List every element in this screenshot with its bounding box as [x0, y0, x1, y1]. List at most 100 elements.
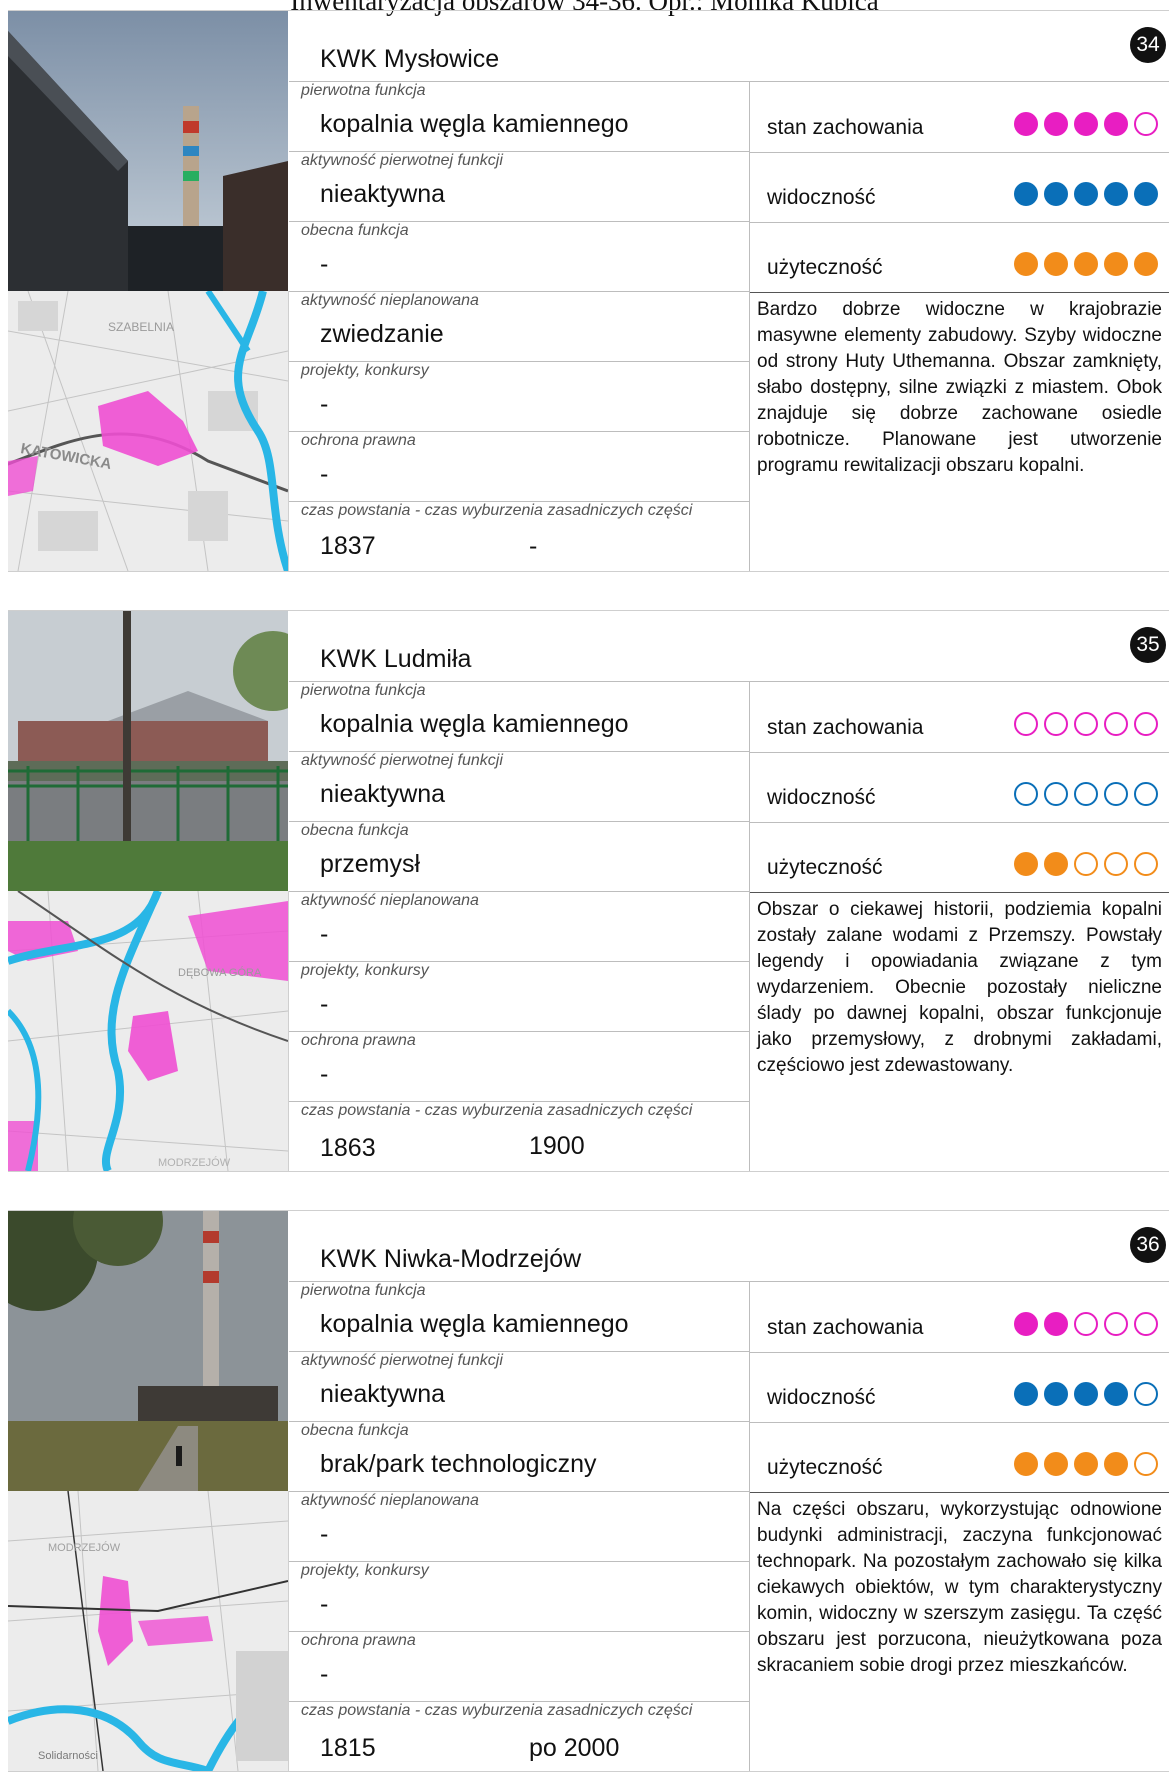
rating-dot-icon: [1044, 1382, 1068, 1406]
rating-visibility: widoczność: [750, 152, 1169, 223]
map-label: DĘBOWA GÓRA: [178, 966, 262, 979]
field-value: -: [320, 390, 329, 418]
rating-label: użyteczność: [767, 256, 883, 279]
rating-dot-icon: [1044, 852, 1068, 876]
field-label: ochrona prawna: [301, 432, 416, 449]
assessment-column: stan zachowania widoczność użyteczność O…: [750, 682, 1169, 1171]
rating-dot-icon: [1134, 1382, 1158, 1406]
field-legal-protection: ochrona prawna -: [289, 432, 749, 502]
rating-dot-icon: [1014, 112, 1038, 136]
demolished-year: po 2000: [529, 1734, 620, 1762]
field-label: czas powstania - czas wyburzenia zasadni…: [301, 502, 693, 519]
field-label: aktywność pierwotnej funkcji: [301, 752, 503, 769]
field-primary-activity: aktywność pierwotnej funkcji nieaktywna: [289, 752, 749, 822]
field-label: pierwotna funkcja: [301, 682, 426, 699]
rating-dots: [1014, 1382, 1158, 1406]
rating-dot-icon: [1134, 782, 1158, 806]
field-projects: projekty, konkursy -: [289, 962, 749, 1032]
rating-label: użyteczność: [767, 1456, 883, 1479]
rating-dot-icon: [1044, 782, 1068, 806]
field-value: -: [320, 920, 329, 948]
rating-dot-icon: [1074, 182, 1098, 206]
field-label: aktywność nieplanowana: [301, 1492, 479, 1509]
field-unplanned-activity: aktywność nieplanowana zwiedzanie: [289, 292, 749, 362]
field-label: obecna funkcja: [301, 222, 409, 239]
field-label: projekty, konkursy: [301, 962, 429, 979]
rating-usefulness: użyteczność: [750, 1422, 1169, 1493]
number-badge-icon: 35: [1130, 627, 1166, 663]
inventory-card-36: Solidarności MODRZEJÓW KWK Niwka-Modrzej…: [8, 1210, 1169, 1772]
field-unplanned-activity: aktywność nieplanowana -: [289, 892, 749, 962]
rating-dot-icon: [1134, 182, 1158, 206]
rating-dot-icon: [1134, 112, 1158, 136]
rating-dot-icon: [1134, 1312, 1158, 1336]
rating-dot-icon: [1044, 252, 1068, 276]
rating-dots: [1014, 112, 1158, 136]
field-value: brak/park technologiczny: [320, 1450, 597, 1478]
rating-dot-icon: [1074, 782, 1098, 806]
rating-dot-icon: [1074, 1382, 1098, 1406]
field-label: pierwotna funkcja: [301, 1282, 426, 1299]
site-photo: [8, 611, 288, 891]
site-title: KWK Niwka-Modrzejów: [320, 1245, 582, 1273]
rating-preservation: stan zachowania: [750, 682, 1169, 753]
field-label: pierwotna funkcja: [301, 82, 426, 99]
built-year: 1837: [320, 532, 376, 560]
rating-dot-icon: [1104, 112, 1128, 136]
rating-preservation: stan zachowania: [750, 1282, 1169, 1353]
map-label: MODRZEJÓW: [48, 1541, 121, 1554]
site-photo: [8, 1211, 288, 1491]
rating-dot-icon: [1014, 1312, 1038, 1336]
rating-usefulness: użyteczność: [750, 222, 1169, 293]
rating-dot-icon: [1104, 1452, 1128, 1476]
rating-dot-icon: [1014, 182, 1038, 206]
assessment-column: stan zachowania widoczność użyteczność N…: [750, 1282, 1169, 1771]
rating-dot-icon: [1104, 252, 1128, 276]
assessment-column: stan zachowania widoczność użyteczność B…: [750, 82, 1169, 571]
rating-dot-icon: [1044, 1312, 1068, 1336]
field-unplanned-activity: aktywność nieplanowana -: [289, 1492, 749, 1562]
demolished-year: 1900: [529, 1132, 585, 1160]
field-label: ochrona prawna: [301, 1632, 416, 1649]
number-badge-icon: 36: [1130, 1227, 1166, 1263]
rating-dots: [1014, 252, 1158, 276]
field-legal-protection: ochrona prawna -: [289, 1032, 749, 1102]
rating-dots: [1014, 782, 1158, 806]
field-timeline: czas powstania - czas wyburzenia zasadni…: [289, 1102, 749, 1171]
built-year: 1863: [320, 1134, 376, 1162]
title-row: KWK Niwka-Modrzejów 36: [289, 1211, 1169, 1282]
field-value: -: [320, 460, 329, 488]
map-label: MODRZEJÓW: [158, 1156, 231, 1169]
field-label: ochrona prawna: [301, 1032, 416, 1049]
rating-dot-icon: [1074, 852, 1098, 876]
field-projects: projekty, konkursy -: [289, 362, 749, 432]
rating-dots: [1014, 1312, 1158, 1336]
rating-dot-icon: [1104, 1382, 1128, 1406]
info-panel: KWK Niwka-Modrzejów 36 pierwotna funkcja…: [289, 1211, 1169, 1771]
info-panel: KWK Mysłowice 34 pierwotna funkcja kopal…: [289, 11, 1169, 571]
description-text: Bardzo dobrze widoczne w krajobrazie mas…: [757, 299, 1162, 476]
rating-label: widoczność: [767, 786, 876, 809]
rating-label: stan zachowania: [767, 1316, 924, 1339]
field-label: obecna funkcja: [301, 822, 409, 839]
demolished-year: -: [529, 532, 538, 560]
rating-preservation: stan zachowania: [750, 82, 1169, 153]
field-timeline: czas powstania - czas wyburzenia zasadni…: [289, 502, 749, 571]
field-label: aktywność nieplanowana: [301, 292, 479, 309]
rating-dot-icon: [1074, 712, 1098, 736]
site-map: SZABELNIA KATOWICKA: [8, 291, 289, 571]
field-value: zwiedzanie: [320, 320, 444, 348]
site-photo: [8, 11, 288, 291]
site-map: DĘBOWA GÓRA MODRZEJÓW: [8, 891, 289, 1171]
rating-dots: [1014, 182, 1158, 206]
field-projects: projekty, konkursy -: [289, 1562, 749, 1632]
field-value: nieaktywna: [320, 1380, 446, 1408]
rating-dot-icon: [1134, 252, 1158, 276]
site-map: Solidarności MODRZEJÓW: [8, 1491, 289, 1771]
rating-dot-icon: [1104, 782, 1128, 806]
rating-label: widoczność: [767, 1386, 876, 1409]
field-value: kopalnia węgla kamiennego: [320, 710, 629, 738]
field-value: -: [320, 1520, 329, 1548]
rating-dot-icon: [1014, 712, 1038, 736]
field-value: -: [320, 1060, 329, 1088]
